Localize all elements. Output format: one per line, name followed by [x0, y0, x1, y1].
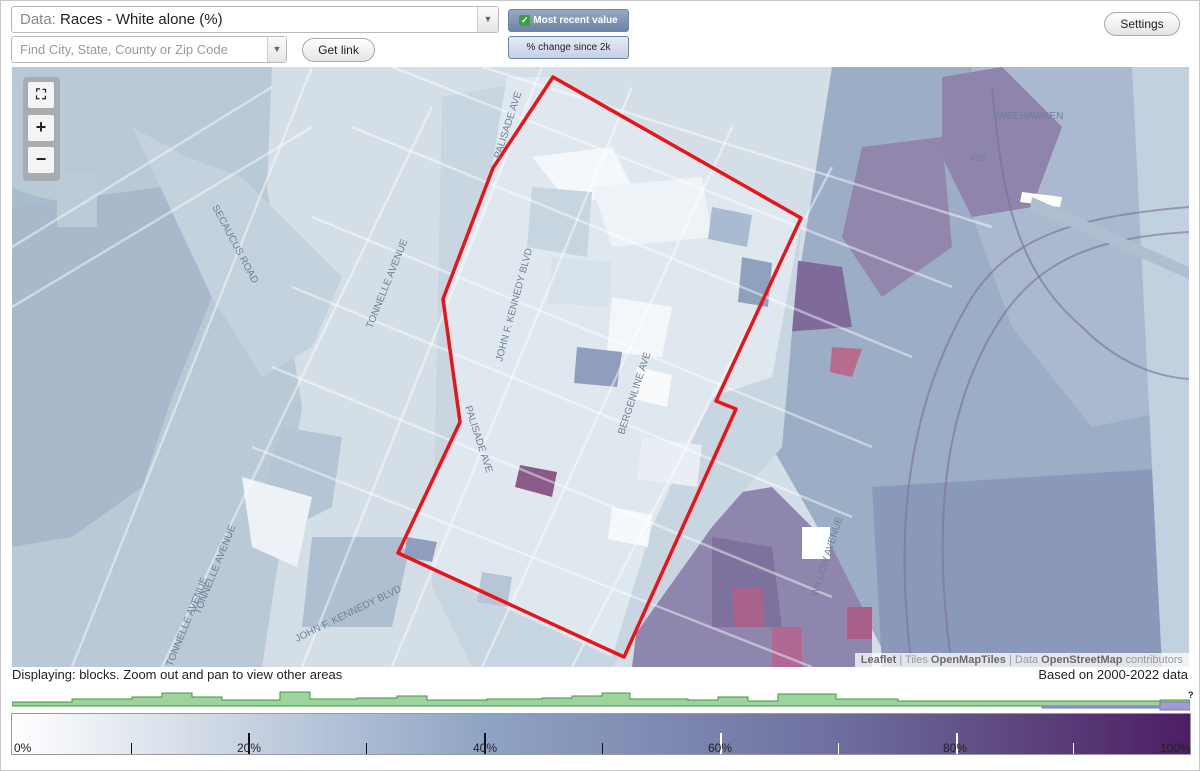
openstreetmap-link[interactable]: OpenStreetMap [1041, 654, 1122, 666]
zoom-in-button[interactable]: + [28, 115, 54, 141]
legend-label-0: 0% [14, 741, 32, 755]
legend-tick [366, 743, 367, 754]
data-range-note: Based on 2000-2022 data [1038, 667, 1188, 682]
most-recent-value-label: Most recent value [533, 15, 618, 26]
get-link-button[interactable]: Get link [302, 38, 375, 62]
value-histogram [12, 691, 1190, 711]
legend-label-100: 100% [1160, 741, 1191, 755]
color-legend [11, 713, 1191, 755]
chevron-down-icon[interactable]: ▼ [477, 7, 498, 32]
most-recent-value-toggle[interactable]: ✓ Most recent value [508, 9, 629, 32]
legend-tick [838, 743, 839, 754]
map-zoom-controls: ⛶ + − [23, 77, 60, 181]
data-selector-label: Data: [20, 11, 56, 28]
attribution-text: | Tiles [896, 654, 931, 666]
choropleth-map[interactable]: WEEHAWKEN 495 TONNELLE AVENUE TONNELLE A… [12, 67, 1189, 667]
map-label-weehawken: WEEHAWKEN [997, 111, 1063, 122]
legend-label-60: 60% [708, 741, 733, 755]
fullscreen-icon[interactable]: ⛶ [28, 82, 54, 108]
data-selector[interactable]: Data: Races - White alone (%) ▼ [11, 6, 499, 33]
percent-change-toggle[interactable]: % change since 2k [508, 36, 629, 59]
legend-tick [602, 743, 603, 754]
leaflet-link[interactable]: Leaflet [861, 654, 896, 666]
histogram-help[interactable]: ? [1188, 690, 1194, 700]
attribution-text: | Data [1005, 654, 1042, 666]
attribution-text: contributors [1122, 654, 1183, 666]
openmaptiles-link[interactable]: OpenMapTiles [931, 654, 1006, 666]
displaying-status: Displaying: blocks. Zoom out and pan to … [12, 667, 343, 682]
map-canvas[interactable]: WEEHAWKEN 495 TONNELLE AVENUE TONNELLE A… [12, 67, 1189, 667]
data-selector-value: Races - White alone (%) [60, 11, 223, 28]
zoom-out-button[interactable]: − [28, 147, 54, 173]
location-search-input[interactable] [12, 37, 270, 62]
legend-label-40: 40% [473, 741, 498, 755]
chevron-down-icon[interactable]: ▼ [267, 37, 286, 62]
map-attribution: Leaflet | Tiles OpenMapTiles | Data Open… [854, 653, 1189, 667]
legend-tick [131, 743, 132, 754]
location-search[interactable]: ▼ [11, 36, 287, 63]
legend-label-80: 80% [943, 741, 968, 755]
legend-tick [1073, 743, 1074, 754]
settings-button[interactable]: Settings [1104, 12, 1180, 36]
checkmark-icon: ✓ [519, 14, 531, 26]
legend-label-20: 20% [237, 741, 262, 755]
map-label-route-495: 495 [970, 153, 987, 164]
